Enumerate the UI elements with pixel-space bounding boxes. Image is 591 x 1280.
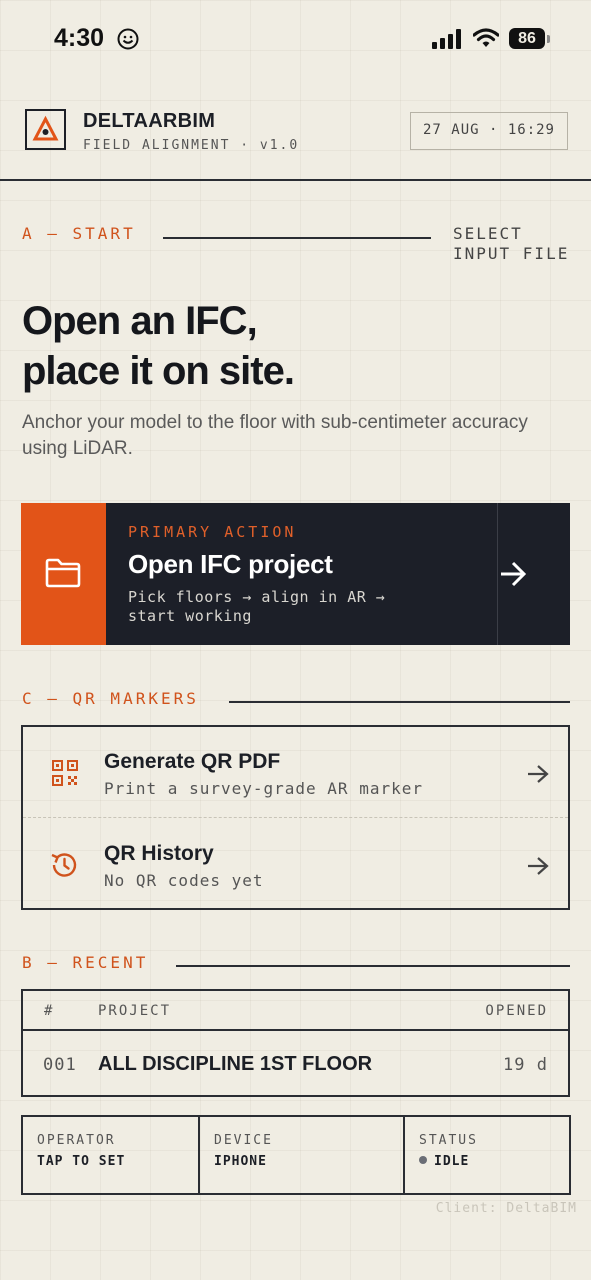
primary-desc-line2: start working [128, 607, 252, 625]
qr-code-icon [51, 759, 79, 792]
brand-name: DELTAARBIM [83, 110, 216, 132]
row-project-name: ALL DISCIPLINE 1ST FLOOR [98, 1053, 373, 1075]
section-label-qr: C — QR MARKERS [22, 689, 199, 708]
client-label: Client: DeltaBIM [435, 1201, 577, 1216]
qr-item-title: QR History [104, 842, 214, 865]
arrow-right-icon[interactable] [498, 560, 528, 593]
battery-icon [547, 35, 550, 43]
primary-action-title: Open IFC project [128, 549, 333, 579]
qr-item-subtitle: No QR codes yet [104, 871, 264, 890]
status-label: STATUS [419, 1133, 478, 1148]
wifi-icon [472, 28, 500, 53]
hero-title-line1: Open an IFC, [22, 299, 258, 343]
row-opened: 19 d [503, 1055, 548, 1075]
column-header-project: PROJECT [98, 1003, 172, 1019]
section-label-start: A — START [22, 224, 136, 243]
section-rule [229, 701, 570, 703]
arrow-right-icon [526, 855, 550, 882]
status-time: 4:30 [54, 24, 105, 52]
hero-description: Anchor your model to the floor with sub-… [22, 412, 528, 459]
folder-icon [45, 558, 81, 588]
operator-value: TAP TO SET [37, 1154, 126, 1169]
section-rule [176, 965, 570, 967]
device-label: DEVICE [214, 1133, 273, 1148]
column-header-opened: OPENED [485, 1003, 548, 1019]
device-value: IPHONE [214, 1154, 267, 1169]
row-number: 001 [43, 1055, 77, 1075]
primary-icon-box [21, 503, 106, 645]
recent-projects-table: # PROJECT OPENED 001 ALL DISCIPLINE 1ST … [21, 989, 570, 1097]
status-bar: 4:30 86 [0, 0, 591, 80]
hero-title-line2: place it on site. [22, 349, 295, 393]
cellular-signal-icon [432, 29, 462, 54]
qr-markers-panel: Generate QR PDF Print a survey-grade AR … [21, 725, 570, 910]
status-cell: STATUS IDLE [405, 1117, 569, 1193]
brand-subtitle: FIELD ALIGNMENT · v1.0 [83, 138, 300, 153]
status-value: IDLE [419, 1154, 469, 1169]
qr-item-subtitle: Print a survey-grade AR marker [104, 779, 423, 798]
smiley-icon [117, 28, 139, 55]
section-label-recent: B — RECENT [22, 953, 149, 972]
operator-cell[interactable]: OPERATOR TAP TO SET [23, 1117, 200, 1193]
primary-action-kicker: PRIMARY ACTION [128, 523, 297, 541]
app-logo-icon [25, 109, 66, 150]
select-input-line2: INPUT FILE [453, 244, 570, 263]
hero-title: Open an IFC, place it on site. [22, 296, 295, 396]
date-time-badge: 27 AUG · 16:29 [410, 112, 568, 150]
qr-history-item[interactable]: QR History No QR codes yet [23, 819, 568, 909]
primary-desc-line1: Pick floors → align in AR → [128, 588, 386, 606]
table-row[interactable]: 001 ALL DISCIPLINE 1ST FLOOR 19 d [23, 1033, 568, 1095]
table-header: # PROJECT OPENED [23, 991, 568, 1031]
info-bar: OPERATOR TAP TO SET DEVICE IPHONE STATUS… [21, 1115, 571, 1195]
device-cell: DEVICE IPHONE [200, 1117, 405, 1193]
status-dot-icon [419, 1156, 427, 1164]
qr-item-title: Generate QR PDF [104, 750, 281, 773]
operator-label: OPERATOR [37, 1133, 116, 1148]
app-header: DELTAARBIM FIELD ALIGNMENT · v1.0 27 AUG… [0, 80, 591, 181]
primary-action-description: Pick floors → align in AR → start workin… [128, 588, 385, 626]
select-input-line1: SELECT [453, 224, 523, 243]
arrow-right-icon [526, 763, 550, 790]
battery-level: 86 [509, 28, 545, 49]
generate-qr-pdf-item[interactable]: Generate QR PDF Print a survey-grade AR … [23, 727, 568, 817]
section-rule [163, 237, 431, 239]
dashed-divider [23, 817, 568, 818]
column-header-number: # [44, 1003, 55, 1019]
select-input-label: SELECT INPUT FILE [453, 224, 569, 264]
status-text: IDLE [434, 1154, 470, 1169]
history-icon [48, 849, 80, 886]
